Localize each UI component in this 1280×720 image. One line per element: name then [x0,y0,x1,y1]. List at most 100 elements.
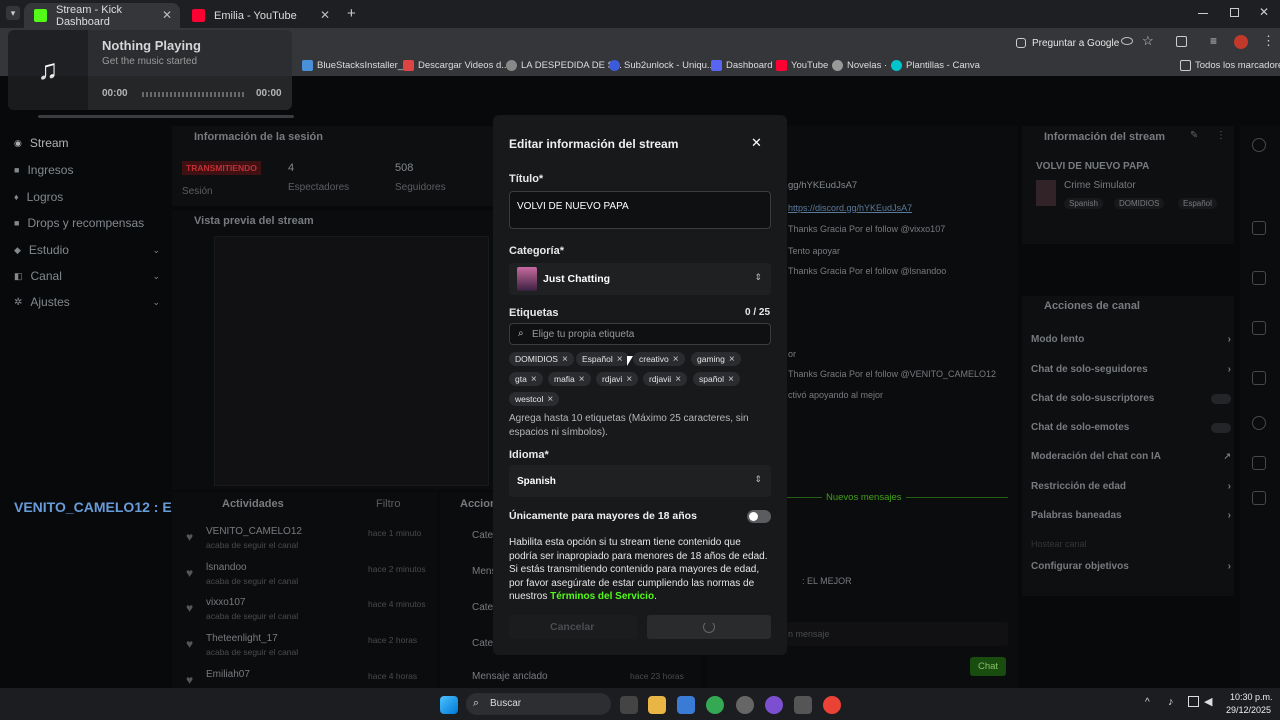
bookmark-item[interactable]: Dashboard [711,60,772,71]
save-button[interactable] [647,615,771,639]
clock-time[interactable]: 10:30 p.m. [1230,692,1273,702]
chrome-icon[interactable] [823,696,841,714]
remove-tag-icon[interactable]: × [547,394,553,405]
adult-label: Únicamente para mayores de 18 años [509,510,697,522]
remove-tag-icon[interactable]: × [673,354,679,365]
bookmark-item[interactable]: Novelas · [832,60,887,71]
bookmark-icon [891,60,902,71]
bookmark-item[interactable]: Plantillas - Canva [891,60,980,71]
cancel-label: Cancelar [550,621,595,633]
edit-stream-modal: Editar información del stream ✕ Título* … [493,115,787,655]
windows-taskbar: ⌕ Buscar ^ ♪ ◀ 10:30 p.m. 29/12/2025 [0,688,1280,720]
taskbar-search-label: Buscar [490,698,522,709]
language-select[interactable]: Spanish ⇕ [509,465,771,497]
close-tab-icon[interactable]: ✕ [320,8,330,22]
tags-help-text: Agrega hasta 10 etiquetas (Máximo 25 car… [509,413,749,438]
profile-avatar[interactable] [1234,35,1248,49]
tag-chip[interactable]: Español × [576,352,629,366]
app-icon[interactable] [794,696,812,714]
bookmark-item[interactable]: Descargar Videos d... [403,60,509,71]
kick-favicon-icon [34,9,47,22]
tag-chip[interactable]: gta × [509,372,543,386]
task-view-icon[interactable] [620,696,638,714]
cancel-button[interactable]: Cancelar [509,615,637,639]
network-icon[interactable] [1188,696,1199,707]
bookmark-label: Descargar Videos d... [418,60,510,71]
tag-chip[interactable]: mafia × [548,372,591,386]
tag-chip[interactable]: rdjavi × [596,372,639,386]
remove-tag-icon[interactable]: × [562,354,568,365]
tag-chip-label: DOMIDIOS [515,354,558,364]
chrome-icon[interactable] [706,696,724,714]
maximize-icon[interactable] [1230,8,1239,17]
tag-chip[interactable]: DOMIDIOS × [509,352,574,366]
tab-youtube[interactable]: Emilia - YouTube ✕ [182,3,338,28]
app-icon[interactable] [736,696,754,714]
tos-link[interactable]: Términos del Servicio [550,591,654,602]
remove-tag-icon[interactable]: × [729,354,735,365]
tag-chip[interactable]: creativo × [633,352,685,366]
google-lens-button[interactable]: Preguntar a Google [1012,33,1125,53]
close-tab-icon[interactable]: ✕ [162,8,172,22]
mouse-cursor [627,356,633,366]
modal-title: Editar información del stream [509,137,679,151]
tag-chip[interactable]: rdjavii × [643,372,688,386]
remove-tag-icon[interactable]: × [626,374,632,385]
bookmark-icon [609,60,620,71]
app-icon[interactable] [765,696,783,714]
remove-tag-icon[interactable]: × [728,374,734,385]
category-select[interactable]: Just Chatting ⇕ [509,263,771,295]
adult-toggle[interactable] [747,510,771,523]
bookmark-icon [832,60,843,71]
bookmark-item[interactable]: YouTube [776,60,828,71]
mic-icon[interactable]: ♪ [1168,696,1174,708]
google-button-label: Preguntar a Google [1032,37,1120,49]
extensions-icon[interactable] [1176,36,1187,47]
tab-label: Stream - Kick Dashboard [56,3,123,28]
remove-tag-icon[interactable]: × [579,374,585,385]
tab-kick-dashboard[interactable]: Stream - Kick Dashboard ✕ [24,3,180,28]
volume-icon[interactable]: ◀ [1204,695,1212,708]
clock-date[interactable]: 29/12/2025 [1226,705,1271,715]
bookmark-label: BlueStacksInstaller_... [317,60,411,71]
more-menu-icon[interactable]: ⋮ [1262,33,1275,49]
youtube-favicon-icon [192,9,205,22]
tag-input[interactable]: ⌕ Elige tu propia etiqueta [509,323,771,345]
eye-off-icon[interactable] [1121,37,1133,45]
new-tab-button[interactable]: + [347,5,356,22]
minimize-icon[interactable] [1198,13,1208,14]
tag-chip[interactable]: spañol × [693,372,740,386]
store-icon[interactable] [677,696,695,714]
file-explorer-icon[interactable] [648,696,666,714]
close-window-icon[interactable]: ✕ [1259,5,1269,19]
bookmark-icon [302,60,313,71]
bookmark-item[interactable]: BlueStacksInstaller_... [302,60,411,71]
toggle-knob [749,512,758,521]
music-subtitle: Get the music started [102,56,198,67]
tag-chip-label: rdjavii [649,374,672,384]
title-input[interactable]: VOLVI DE NUEVO PAPA [509,191,771,229]
tag-chip[interactable]: gaming × [691,352,741,366]
tray-chevron-icon[interactable]: ^ [1145,697,1150,708]
bookmark-item[interactable]: Sub2unlock - Uniqu... [609,60,715,71]
star-icon[interactable]: ☆ [1142,33,1154,49]
windows-start-icon[interactable] [440,696,458,714]
tag-chip[interactable]: westcol × [509,392,560,406]
category-label: Categoría* [509,245,565,257]
tag-chip-label: gta [515,374,527,384]
bookmark-icon [506,60,517,71]
remove-tag-icon[interactable]: × [531,374,537,385]
bookmarks-folder[interactable]: Todos los marcadores [1180,60,1280,71]
bookmark-icon [711,60,722,71]
search-icon: ⌕ [473,697,480,709]
tag-chip-label: Español [582,354,613,364]
remove-tag-icon[interactable]: × [617,354,623,365]
taskbar-search[interactable]: ⌕ Buscar [466,693,611,715]
tab-search-chevron-icon[interactable]: ▾ [6,6,20,20]
close-icon[interactable]: ✕ [751,135,762,151]
updown-chevron-icon: ⇕ [754,474,762,484]
bookmark-item[interactable]: LA DESPEDIDA DE S... [506,60,622,71]
remove-tag-icon[interactable]: × [675,374,681,385]
tag-chip-label: spañol [699,374,725,384]
media-icon[interactable]: ≡ [1210,34,1217,48]
